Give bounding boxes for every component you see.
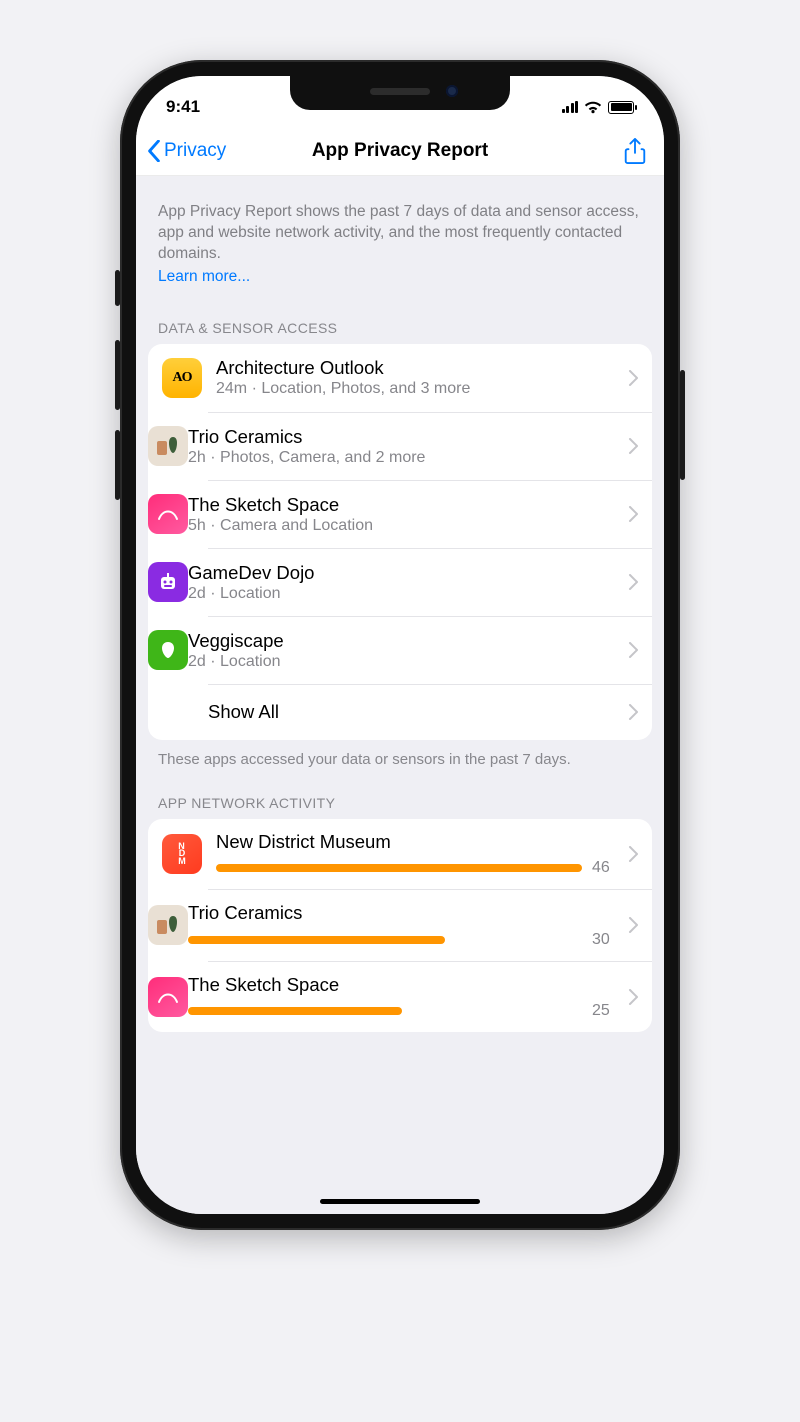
app-name: The Sketch Space bbox=[188, 974, 620, 996]
app-name: Veggiscape bbox=[188, 630, 620, 652]
page-title: App Privacy Report bbox=[312, 140, 488, 162]
share-button[interactable] bbox=[624, 126, 646, 175]
app-detail: 2h · Photos, Camera, and 2 more bbox=[188, 449, 620, 467]
app-icon bbox=[148, 426, 188, 466]
chevron-right-icon bbox=[628, 989, 638, 1005]
activity-value: 25 bbox=[592, 1002, 620, 1020]
activity-bar bbox=[188, 936, 582, 944]
cellular-icon bbox=[562, 101, 579, 113]
show-all-row[interactable]: Show All bbox=[208, 684, 652, 740]
intro-text-block: App Privacy Report shows the past 7 days… bbox=[136, 176, 664, 298]
app-row-architecture-outlook[interactable]: AO Architecture Outlook 24m · Location, … bbox=[148, 344, 652, 412]
activity-bar bbox=[216, 864, 582, 872]
app-icon: AO bbox=[162, 358, 202, 398]
home-indicator[interactable] bbox=[320, 1199, 480, 1204]
back-button[interactable]: Privacy bbox=[146, 126, 226, 175]
battery-icon bbox=[608, 101, 634, 114]
app-icon bbox=[148, 562, 188, 602]
side-button bbox=[115, 270, 120, 306]
notch bbox=[290, 76, 510, 110]
app-detail: 5h · Camera and Location bbox=[188, 517, 620, 535]
activity-value: 46 bbox=[592, 859, 620, 877]
section-footer-data-sensor: These apps accessed your data or sensors… bbox=[136, 740, 664, 774]
chevron-right-icon bbox=[628, 438, 638, 454]
app-name: Architecture Outlook bbox=[216, 357, 620, 379]
side-button bbox=[115, 340, 120, 410]
section-header-data-sensor: DATA & SENSOR ACCESS bbox=[136, 298, 664, 344]
chevron-right-icon bbox=[628, 642, 638, 658]
iphone-frame: 9:41 Privacy App Privacy Report App Priv… bbox=[120, 60, 680, 1230]
app-detail: 2d · Location bbox=[188, 585, 620, 603]
app-row-new-district-museum[interactable]: NDM New District Museum 46 bbox=[148, 819, 652, 889]
app-icon bbox=[148, 494, 188, 534]
network-activity-list: NDM New District Museum 46 bbox=[148, 819, 652, 1032]
chevron-right-icon bbox=[628, 370, 638, 386]
app-name: Trio Ceramics bbox=[188, 426, 620, 448]
screen: 9:41 Privacy App Privacy Report App Priv… bbox=[136, 76, 664, 1214]
chevron-right-icon bbox=[628, 846, 638, 862]
side-button bbox=[115, 430, 120, 500]
learn-more-link[interactable]: Learn more... bbox=[158, 267, 642, 288]
app-row-sketch-space-net[interactable]: The Sketch Space 25 bbox=[208, 961, 652, 1032]
app-row-veggiscape[interactable]: Veggiscape 2d · Location bbox=[208, 616, 652, 684]
app-row-gamedev-dojo[interactable]: GameDev Dojo 2d · Location bbox=[208, 548, 652, 616]
share-icon bbox=[624, 138, 646, 164]
app-name: New District Museum bbox=[216, 831, 620, 853]
wifi-icon bbox=[584, 101, 602, 114]
intro-text: App Privacy Report shows the past 7 days… bbox=[158, 203, 639, 262]
content[interactable]: App Privacy Report shows the past 7 days… bbox=[136, 176, 664, 1214]
section-header-network: APP NETWORK ACTIVITY bbox=[136, 773, 664, 819]
app-icon bbox=[148, 977, 188, 1017]
chevron-right-icon bbox=[628, 506, 638, 522]
app-row-sketch-space[interactable]: The Sketch Space 5h · Camera and Locatio… bbox=[208, 480, 652, 548]
side-button bbox=[680, 370, 685, 480]
activity-bar bbox=[188, 1007, 582, 1015]
app-name: The Sketch Space bbox=[188, 494, 620, 516]
app-detail: 24m · Location, Photos, and 3 more bbox=[216, 380, 620, 398]
app-row-trio-ceramics-net[interactable]: Trio Ceramics 30 bbox=[208, 889, 652, 960]
chevron-left-icon bbox=[146, 140, 162, 162]
app-detail: 2d · Location bbox=[188, 653, 620, 671]
chevron-right-icon bbox=[628, 704, 638, 720]
chevron-right-icon bbox=[628, 574, 638, 590]
app-icon: NDM bbox=[162, 834, 202, 874]
chevron-right-icon bbox=[628, 917, 638, 933]
app-name: GameDev Dojo bbox=[188, 562, 620, 584]
app-name: Trio Ceramics bbox=[188, 902, 620, 924]
show-all-label: Show All bbox=[208, 701, 620, 723]
back-label: Privacy bbox=[164, 140, 226, 162]
activity-value: 30 bbox=[592, 931, 620, 949]
data-sensor-list: AO Architecture Outlook 24m · Location, … bbox=[148, 344, 652, 740]
status-time: 9:41 bbox=[166, 97, 200, 117]
app-icon bbox=[148, 905, 188, 945]
app-row-trio-ceramics[interactable]: Trio Ceramics 2h · Photos, Camera, and 2… bbox=[208, 412, 652, 480]
nav-bar: Privacy App Privacy Report bbox=[136, 126, 664, 176]
app-icon bbox=[148, 630, 188, 670]
